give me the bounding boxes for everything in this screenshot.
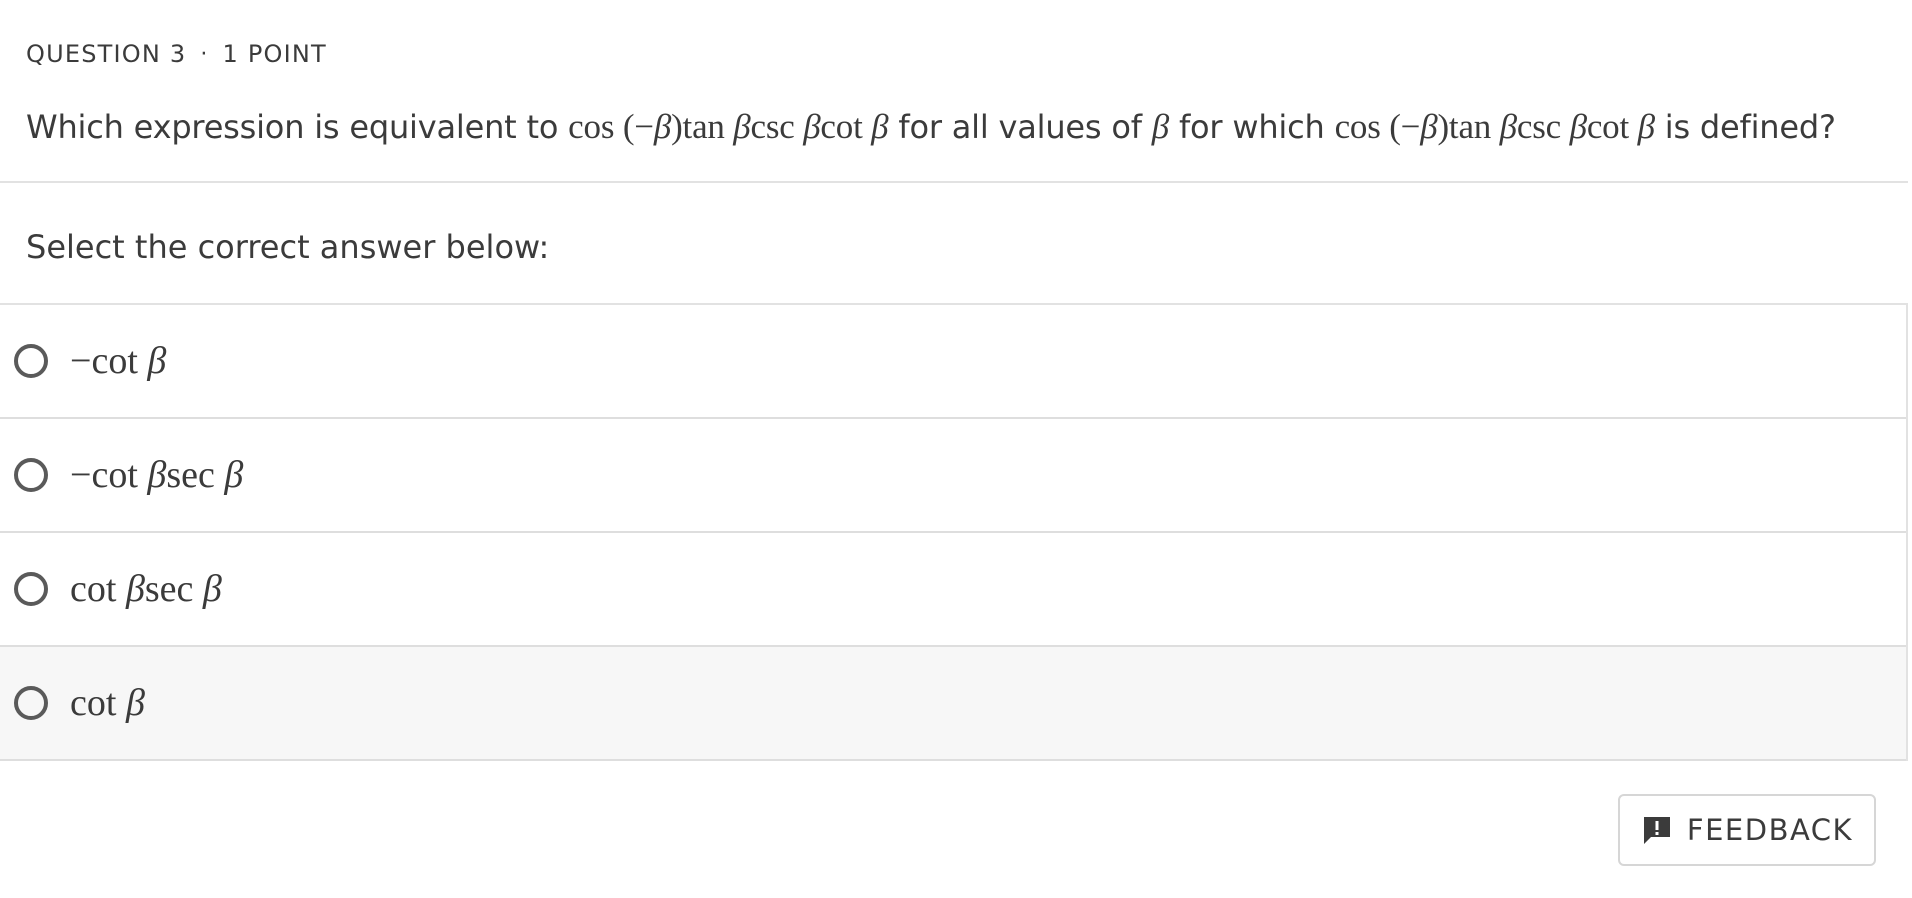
question-number: QUESTION 3 [26, 40, 187, 68]
question-text-middle-2: for which [1169, 108, 1335, 146]
answer-option-3[interactable]: cot βsec β [0, 533, 1906, 647]
question-expression-repeat: cos (−β)tan βcsc βcot β [1334, 107, 1655, 146]
answer-option-label: −cot β [70, 340, 167, 382]
question-meta: QUESTION 3 · 1 POINT [26, 40, 327, 68]
radio-button[interactable] [14, 686, 48, 720]
feedback-button[interactable]: FEEDBACK [1618, 794, 1876, 866]
meta-separator: · [200, 41, 209, 67]
question-text: Which expression is equivalent to cos (−… [26, 107, 1836, 147]
question-text-prefix: Which expression is equivalent to [26, 108, 569, 146]
answer-options: −cot β −cot βsec β cot βsec β cot β [0, 305, 1908, 761]
radio-button[interactable] [14, 458, 48, 492]
question-header: QUESTION 3 · 1 POINT Which expression is… [0, 0, 1908, 183]
feedback-label: FEEDBACK [1686, 813, 1854, 847]
question-text-middle-1: for all values of [888, 108, 1152, 146]
answer-prompt: Select the correct answer below: [26, 228, 550, 266]
answer-option-2[interactable]: −cot βsec β [0, 419, 1906, 533]
answer-option-label: cot β [70, 682, 145, 724]
answer-option-1[interactable]: −cot β [0, 305, 1906, 419]
question-points: 1 POINT [222, 40, 327, 68]
radio-button[interactable] [14, 344, 48, 378]
question-variable: β [1151, 107, 1170, 146]
radio-button[interactable] [14, 572, 48, 606]
question-expression: cos (−β)tan βcsc βcot β [568, 107, 889, 146]
answer-option-label: −cot βsec β [70, 454, 244, 496]
feedback-icon [1641, 814, 1673, 846]
question-text-suffix: is defined? [1654, 108, 1836, 146]
answer-option-label: cot βsec β [70, 568, 222, 610]
answer-option-4[interactable]: cot β [0, 647, 1906, 761]
